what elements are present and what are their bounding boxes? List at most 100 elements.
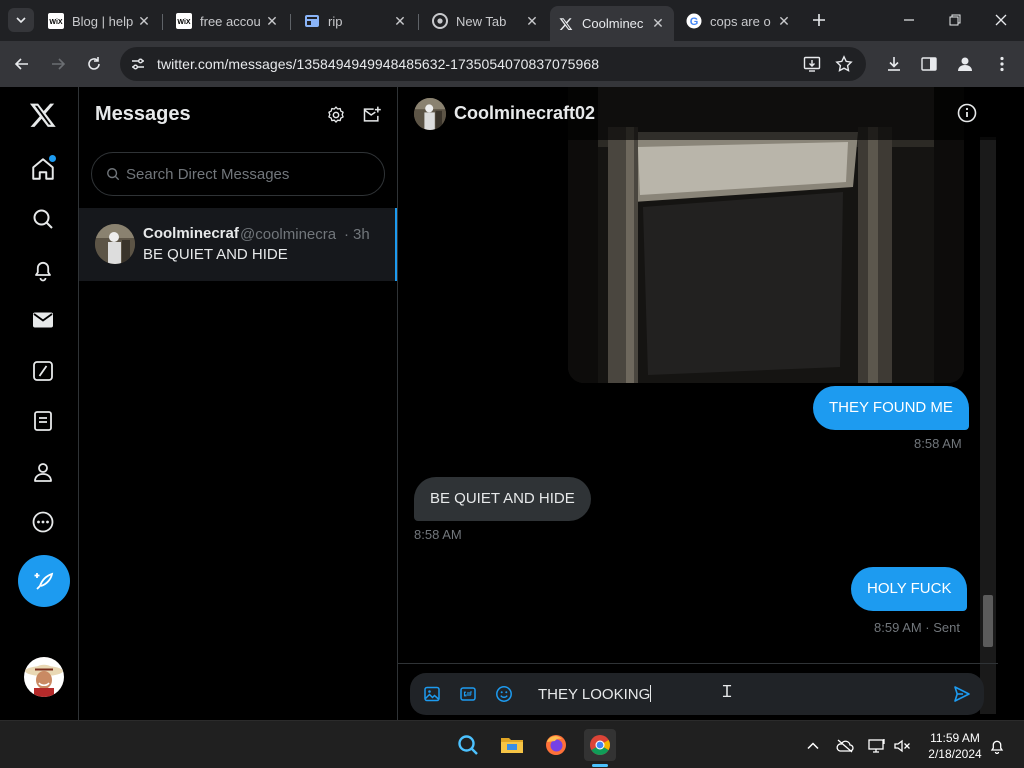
message-bubble-sent[interactable]: HOLY FUCK <box>851 567 968 611</box>
chevron-down-icon <box>16 17 26 24</box>
arrow-left-icon <box>14 58 28 70</box>
back-button[interactable] <box>7 49 37 79</box>
browser-tab-6[interactable]: G cops are o ✕ <box>678 6 800 36</box>
folder-icon <box>501 738 523 753</box>
close-tab-icon[interactable]: ✕ <box>524 13 540 29</box>
browser-tab-bar: WiX Blog | help ✕ WiX free accou ✕ rip ✕… <box>0 0 1024 41</box>
install-app-button[interactable] <box>797 49 827 79</box>
conversation-preview: BE QUIET AND HIDE <box>143 246 288 263</box>
message-composer[interactable]: THEY LOOKING <box>410 673 984 715</box>
contact-name[interactable]: Coolminecraft02 <box>454 103 595 124</box>
browser-tab-3[interactable]: rip ✕ <box>296 6 416 36</box>
nav-grok[interactable] <box>24 352 62 390</box>
onedrive-tray[interactable] <box>836 737 854 755</box>
browser-tab-5-active[interactable]: Coolminec ✕ <box>550 6 674 41</box>
post-button[interactable] <box>18 555 70 607</box>
message-bubble-received[interactable]: BE QUIET AND HIDE <box>414 477 591 521</box>
install-icon <box>803 56 821 72</box>
account-avatar[interactable] <box>24 657 64 697</box>
nav-profile[interactable] <box>24 453 62 491</box>
close-tab-icon[interactable]: ✕ <box>776 13 792 29</box>
network-tray[interactable] <box>868 737 886 755</box>
contact-avatar[interactable] <box>414 98 446 130</box>
nav-notifications[interactable] <box>24 251 62 289</box>
browser-tab-1[interactable]: WiX Blog | help ✕ <box>40 6 160 36</box>
system-clock[interactable]: 11:59 AM 2/18/2024 <box>920 730 990 762</box>
browser-tab-4[interactable]: New Tab ✕ <box>424 6 548 36</box>
attach-media-button[interactable] <box>422 684 442 704</box>
taskbar-firefox[interactable] <box>540 729 572 761</box>
tab-title: free accou <box>200 13 261 29</box>
message-input[interactable]: THEY LOOKING <box>538 685 652 703</box>
star-icon <box>835 55 853 72</box>
x-logo-icon <box>29 103 56 127</box>
tab-title: rip <box>328 13 343 29</box>
nav-more[interactable] <box>24 503 62 541</box>
minimize-button[interactable] <box>886 0 932 40</box>
attach-gif-button[interactable] <box>458 684 478 704</box>
close-tab-icon[interactable]: ✕ <box>650 15 666 32</box>
emoji-icon <box>496 686 512 702</box>
wix-icon: WiX <box>176 13 192 29</box>
reload-button[interactable] <box>79 49 109 79</box>
gear-icon <box>328 106 344 123</box>
restore-icon <box>949 14 961 26</box>
x-home-logo[interactable] <box>24 96 62 134</box>
close-tab-icon[interactable]: ✕ <box>136 13 152 29</box>
taskbar-chrome[interactable] <box>584 729 616 761</box>
message-bubble-sent[interactable]: THEY FOUND ME <box>813 386 969 430</box>
conversation-item[interactable]: Coolminecraf @coolminecra · 3h BE QUIET … <box>79 208 397 281</box>
browser-tab-2[interactable]: WiX free accou ✕ <box>168 6 288 36</box>
nav-explore[interactable] <box>24 200 62 238</box>
nav-lists[interactable] <box>24 402 62 440</box>
taskbar-file-explorer[interactable] <box>496 729 528 761</box>
taskbar-search[interactable] <box>452 729 484 761</box>
message-timestamp: 8:58 AM <box>914 436 962 451</box>
new-message-button[interactable] <box>361 104 383 126</box>
notifications-tray[interactable] <box>988 737 1006 755</box>
page-icon <box>304 13 320 29</box>
side-panel-button[interactable] <box>914 49 944 79</box>
tab-title: Coolminec <box>582 16 644 31</box>
search-icon <box>458 735 478 755</box>
profile-button[interactable] <box>950 49 980 79</box>
downloads-button[interactable] <box>879 49 909 79</box>
messages-settings-button[interactable] <box>325 104 347 126</box>
new-tab-button[interactable] <box>796 0 842 40</box>
address-bar[interactable]: twitter.com/messages/1358494949948485632… <box>120 47 866 81</box>
conversation-handle: @coolminecra <box>240 226 337 243</box>
bookmark-button[interactable] <box>829 49 859 79</box>
emoji-button[interactable] <box>494 684 514 704</box>
message-input-value: THEY LOOKING <box>538 686 651 703</box>
restore-button[interactable] <box>932 0 978 40</box>
close-window-button[interactable] <box>978 0 1024 40</box>
send-icon <box>954 686 970 702</box>
new-message-icon <box>363 106 381 122</box>
send-button[interactable] <box>952 684 972 704</box>
more-circle-icon <box>32 511 54 533</box>
tab-search-button[interactable] <box>8 8 34 32</box>
svg-text:WiX: WiX <box>49 19 62 26</box>
envelope-icon <box>33 312 53 328</box>
forward-button[interactable] <box>43 49 73 79</box>
side-panel-icon <box>921 57 937 71</box>
nav-home[interactable] <box>24 150 62 188</box>
conversation-info-button[interactable] <box>957 103 977 123</box>
nav-messages[interactable] <box>24 301 62 339</box>
compose-feather-icon <box>34 572 54 590</box>
volume-tray[interactable] <box>893 737 911 755</box>
info-icon <box>957 103 977 123</box>
scrollbar-thumb[interactable] <box>983 595 993 647</box>
bell-icon <box>990 740 1004 754</box>
chrome-menu-button[interactable] <box>987 49 1017 79</box>
dm-search-input[interactable]: Search Direct Messages <box>91 152 385 196</box>
close-tab-icon[interactable]: ✕ <box>264 13 280 29</box>
firefox-icon <box>546 735 566 755</box>
message-status: 8:59 AM · Sent <box>874 620 960 635</box>
download-icon <box>888 57 900 71</box>
grok-icon <box>33 361 53 381</box>
search-placeholder: Search Direct Messages <box>126 165 290 183</box>
close-tab-icon[interactable]: ✕ <box>392 13 408 29</box>
site-info-icon[interactable] <box>130 56 146 72</box>
tray-overflow-button[interactable] <box>804 737 822 755</box>
